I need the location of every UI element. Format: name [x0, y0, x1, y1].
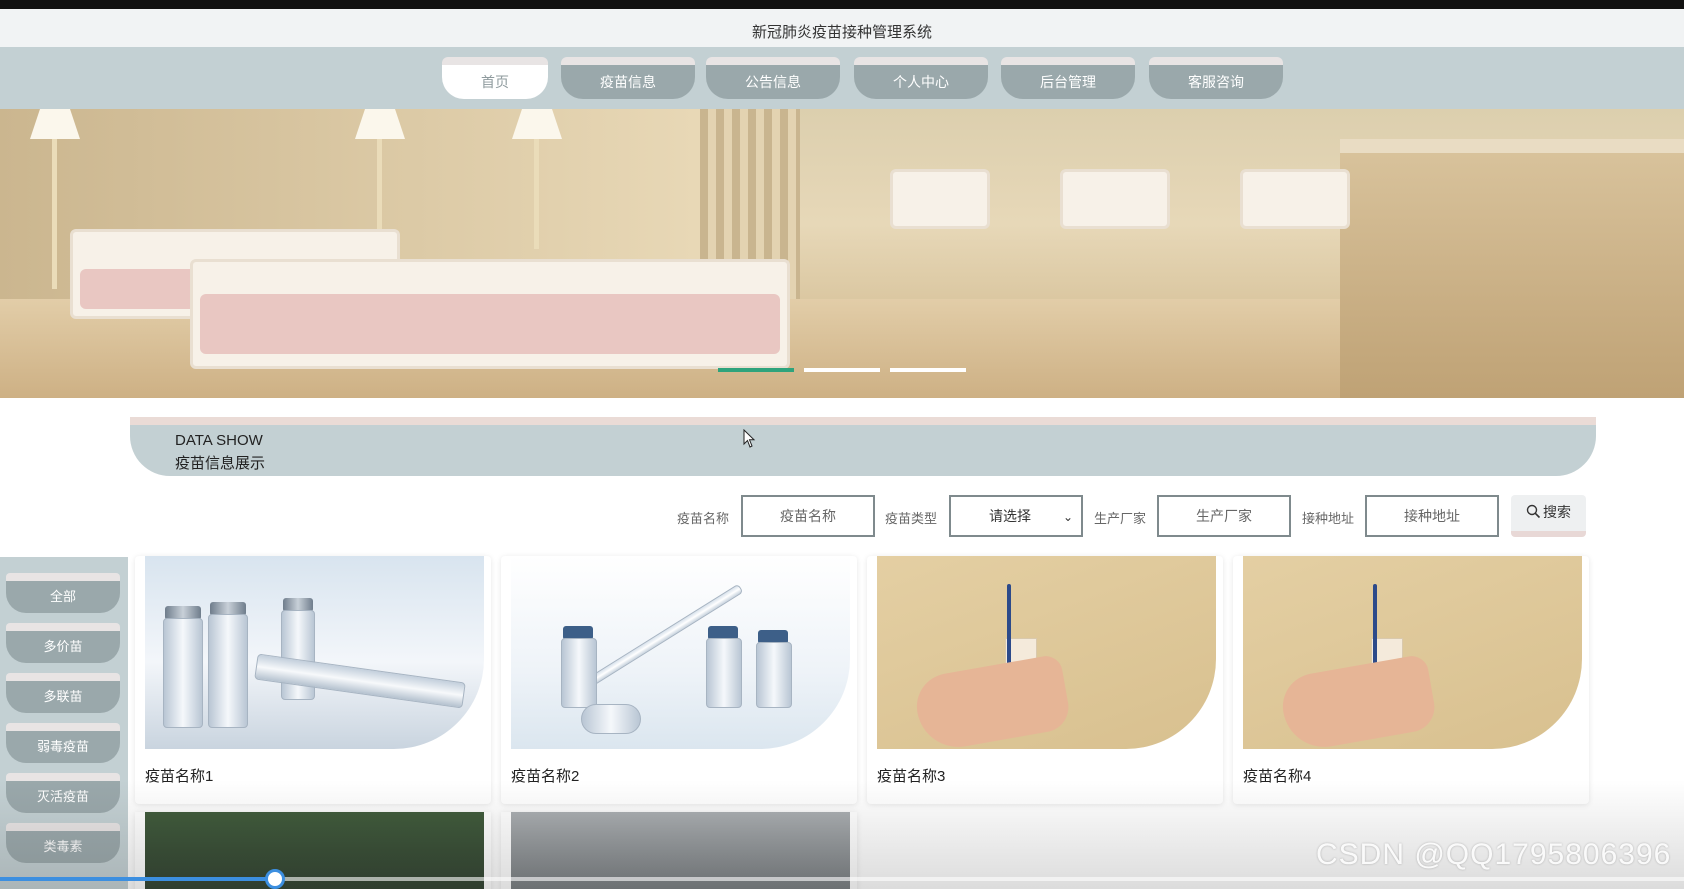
section-title-en: DATA SHOW — [175, 432, 263, 449]
category-all[interactable]: 全部 — [6, 573, 120, 613]
manufacturer-input[interactable] — [1157, 495, 1291, 537]
vial-shape — [581, 704, 641, 734]
vaccine-type-select[interactable]: 请选择 ⌄ — [949, 495, 1083, 537]
nav-admin[interactable]: 后台管理 — [1001, 57, 1135, 99]
vaccine-image — [145, 556, 484, 749]
mouse-cursor-icon — [743, 429, 756, 448]
header: 新冠肺炎疫苗接种管理系统 — [0, 9, 1684, 47]
slide-indicator[interactable] — [890, 368, 967, 372]
vaccine-name: 疫苗名称1 — [145, 768, 214, 785]
banner-slide-indicators — [0, 368, 1684, 374]
hospital-bed-shape — [890, 169, 990, 229]
lamp-pole-shape — [52, 139, 57, 289]
vaccine-card[interactable]: 疫苗名称4 — [1233, 556, 1589, 804]
search-button-label: 搜索 — [1543, 504, 1571, 520]
category-sidebar: 全部 多价苗 多联苗 弱毒疫苗 灭活疫苗 类毒素 — [0, 557, 128, 889]
category-live-attenuated[interactable]: 弱毒疫苗 — [6, 723, 120, 763]
nav-personal-center[interactable]: 个人中心 — [854, 57, 988, 99]
vaccine-name-label: 疫苗名称 — [677, 511, 730, 526]
vaccine-image — [511, 556, 850, 749]
nav-announcements[interactable]: 公告信息 — [706, 57, 840, 99]
vial-shape — [756, 642, 792, 708]
nav-vaccine-info[interactable]: 疫苗信息 — [561, 57, 695, 99]
banner-reception-counter — [1340, 139, 1684, 398]
vaccine-card[interactable]: 疫苗名称2 — [501, 556, 857, 804]
slide-indicator[interactable] — [717, 368, 794, 372]
video-progress-fill — [0, 877, 275, 881]
vaccine-name: 疫苗名称3 — [877, 768, 946, 785]
hero-banner-image[interactable] — [0, 109, 1684, 398]
category-combined[interactable]: 多联苗 — [6, 673, 120, 713]
nav-customer-service[interactable]: 客服咨询 — [1149, 57, 1283, 99]
vaccine-card[interactable]: 疫苗名称1 — [135, 556, 491, 804]
category-inactivated[interactable]: 灭活疫苗 — [6, 773, 120, 813]
lamp-pole-shape — [534, 139, 539, 249]
video-progress-knob[interactable] — [265, 869, 285, 889]
search-icon — [1526, 504, 1541, 519]
bed-sheet-shape — [200, 294, 780, 354]
section-title-cn: 疫苗信息展示 — [175, 455, 266, 472]
manufacturer-label: 生产厂家 — [1094, 511, 1147, 526]
search-button[interactable]: 搜索 — [1511, 495, 1586, 537]
vial-shape — [706, 638, 742, 708]
hospital-bed-shape — [1240, 169, 1350, 229]
vaccine-type-label: 疫苗类型 — [885, 511, 938, 526]
hand-shape — [1277, 653, 1439, 749]
category-multivalent[interactable]: 多价苗 — [6, 623, 120, 663]
csdn-watermark: CSDN @QQ1795806396 — [1316, 838, 1672, 871]
vaccine-card[interactable]: 疫苗名称3 — [867, 556, 1223, 804]
nav-home[interactable]: 首页 — [442, 57, 548, 99]
vial-shape — [163, 618, 203, 728]
vaccine-name: 疫苗名称2 — [511, 768, 580, 785]
vaccine-type-selected: 请选择 — [989, 508, 1031, 524]
hand-shape — [911, 653, 1073, 749]
vaccine-image — [877, 556, 1216, 749]
hospital-bed-shape — [1060, 169, 1170, 229]
chevron-down-icon: ⌄ — [1062, 510, 1073, 524]
vaccine-name: 疫苗名称4 — [1243, 768, 1312, 785]
address-label: 接种地址 — [1302, 511, 1355, 526]
vaccine-image — [1243, 556, 1582, 749]
category-toxoid[interactable]: 类毒素 — [6, 823, 120, 863]
window-top-strip — [0, 0, 1684, 9]
main-nav: 首页 疫苗信息 公告信息 个人中心 后台管理 客服咨询 — [0, 47, 1684, 109]
vial-shape — [208, 614, 248, 728]
section-header: DATA SHOW 疫苗信息展示 — [130, 417, 1596, 476]
slide-indicator[interactable] — [804, 368, 880, 372]
vial-shape — [561, 638, 597, 708]
syringe-shape — [254, 653, 466, 709]
vaccine-name-input[interactable] — [741, 495, 875, 537]
site-title: 新冠肺炎疫苗接种管理系统 — [751, 24, 932, 41]
address-input[interactable] — [1365, 495, 1499, 537]
